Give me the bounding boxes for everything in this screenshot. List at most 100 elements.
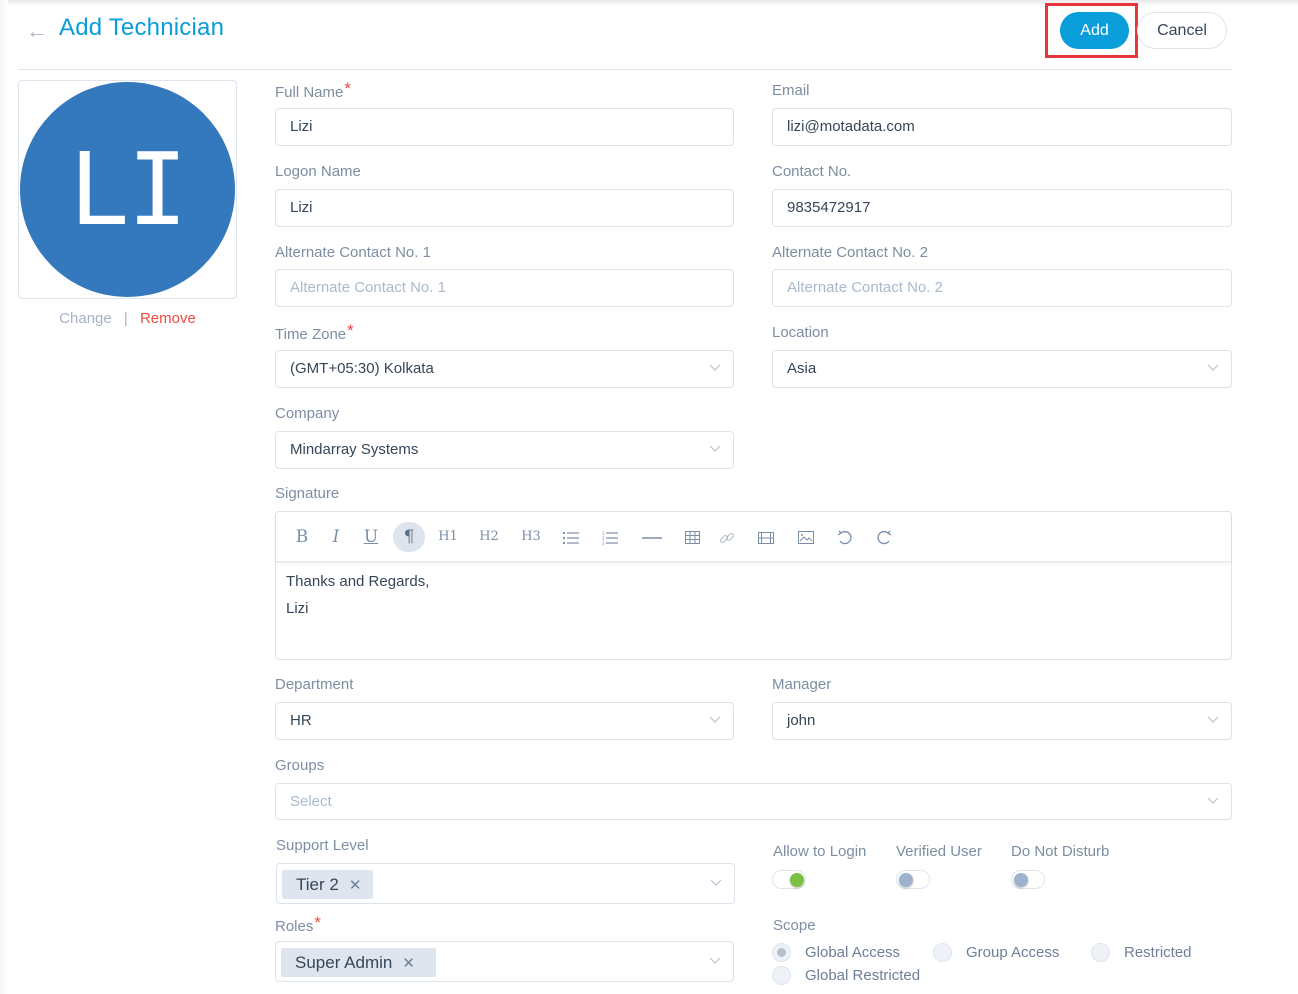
signature-text-area[interactable]: Thanks and Regards, Lizi xyxy=(286,568,429,622)
cancel-button[interactable]: Cancel xyxy=(1137,12,1227,49)
company-select[interactable]: Mindarray Systems xyxy=(275,431,734,469)
contact-no-input[interactable]: 9835472917 xyxy=(772,189,1232,227)
chevron-down-icon xyxy=(710,879,722,889)
department-label: Department xyxy=(275,676,354,693)
avatar-actions: Change | Remove xyxy=(18,310,237,327)
groups-label: Groups xyxy=(275,757,325,774)
email-input[interactable]: lizi@motadata.com xyxy=(772,108,1232,146)
redo-icon[interactable] xyxy=(868,522,900,552)
signature-line: Thanks and Regards, xyxy=(286,573,430,590)
location-select[interactable]: Asia xyxy=(772,350,1232,388)
support-level-label: Support Level xyxy=(276,837,369,854)
chevron-down-icon xyxy=(1207,364,1219,374)
support-level-tag: Tier 2 ✕ xyxy=(282,870,373,899)
do-not-disturb-label: Do Not Disturb xyxy=(1011,843,1110,860)
avatar: LI xyxy=(20,82,235,297)
alt-contact-1-label: Alternate Contact No. 1 xyxy=(275,244,431,261)
roles-label: Roles* xyxy=(275,913,321,936)
department-select[interactable]: HR xyxy=(275,702,734,740)
full-name-label-text: Full Name xyxy=(275,84,344,101)
radio-label: Group Access xyxy=(966,944,1060,961)
verified-user-toggle[interactable] xyxy=(896,870,930,889)
scope-radio-global-access[interactable]: Global Access xyxy=(772,943,922,963)
radio-circle xyxy=(772,966,791,985)
email-label: Email xyxy=(772,82,810,99)
numbered-list-icon[interactable]: 123 xyxy=(594,522,626,552)
horizontal-rule-icon[interactable] xyxy=(636,522,668,552)
separator: | xyxy=(123,310,128,327)
link-icon[interactable] xyxy=(711,522,743,552)
radio-circle xyxy=(1091,943,1110,962)
manager-label: Manager xyxy=(772,676,832,693)
chevron-down-icon xyxy=(709,716,721,726)
allow-login-label: Allow to Login xyxy=(773,843,867,860)
svg-text:3: 3 xyxy=(602,541,605,545)
paragraph-icon[interactable]: ¶ xyxy=(393,522,425,552)
left-shadow xyxy=(0,0,8,994)
close-icon[interactable]: ✕ xyxy=(349,877,362,894)
do-not-disturb-toggle[interactable] xyxy=(1011,870,1045,889)
heading-3-icon[interactable]: H3 xyxy=(515,522,547,552)
heading-2-icon[interactable]: H2 xyxy=(473,522,505,552)
support-level-select[interactable]: Tier 2 ✕ xyxy=(276,863,735,904)
alt-contact-2-label: Alternate Contact No. 2 xyxy=(772,244,928,261)
header-divider xyxy=(18,69,1232,70)
groups-placeholder: Select xyxy=(290,793,332,810)
page-title: Add Technician xyxy=(59,14,225,41)
radio-circle xyxy=(772,943,791,962)
roles-select[interactable]: Super Admin ✕ xyxy=(275,941,734,982)
italic-icon[interactable]: I xyxy=(320,522,352,552)
signature-editor: B I U ¶ H1 H2 H3 123 Thanks and Regards,… xyxy=(275,511,1232,660)
undo-icon[interactable] xyxy=(829,522,861,552)
editor-toolbar: B I U ¶ H1 H2 H3 123 xyxy=(276,512,1231,562)
video-icon[interactable] xyxy=(750,522,782,552)
bold-icon[interactable]: B xyxy=(286,522,318,552)
close-icon[interactable]: ✕ xyxy=(402,955,415,972)
required-marker: * xyxy=(344,79,351,98)
heading-1-icon[interactable]: H1 xyxy=(432,522,464,552)
radio-circle xyxy=(933,943,952,962)
chevron-down-icon xyxy=(1207,797,1219,807)
add-button[interactable]: Add xyxy=(1060,12,1129,49)
underline-icon[interactable]: U xyxy=(355,522,387,552)
logon-name-input[interactable]: Lizi xyxy=(275,189,734,227)
scope-radio-group-access[interactable]: Group Access xyxy=(933,943,1083,963)
required-marker: * xyxy=(347,321,354,340)
required-marker: * xyxy=(314,913,321,932)
time-zone-select[interactable]: (GMT+05:30) Kolkata xyxy=(275,350,734,388)
avatar-frame: LI xyxy=(18,80,237,299)
scope-label: Scope xyxy=(773,917,816,934)
time-zone-label: Time Zone* xyxy=(275,321,354,344)
alt-contact-1-input[interactable]: Alternate Contact No. 1 xyxy=(275,269,734,307)
toggle-knob xyxy=(899,873,913,887)
contact-no-label: Contact No. xyxy=(772,163,852,180)
alt-contact-2-input[interactable]: Alternate Contact No. 2 xyxy=(772,269,1232,307)
signature-line: Lizi xyxy=(286,600,309,617)
signature-label: Signature xyxy=(275,485,340,502)
company-value: Mindarray Systems xyxy=(290,441,419,458)
department-value: HR xyxy=(290,712,312,729)
image-icon[interactable] xyxy=(790,522,822,552)
chevron-down-icon xyxy=(709,364,721,374)
manager-select[interactable]: john xyxy=(772,702,1232,740)
scope-radio-global-restricted[interactable]: Global Restricted xyxy=(772,966,952,986)
chevron-down-icon xyxy=(1207,716,1219,726)
bullet-list-icon[interactable] xyxy=(555,522,587,552)
change-avatar-link[interactable]: Change xyxy=(59,310,112,327)
remove-avatar-link[interactable]: Remove xyxy=(140,310,196,327)
tag-label: Tier 2 xyxy=(296,875,339,894)
location-value: Asia xyxy=(787,360,817,377)
toggle-knob xyxy=(790,873,804,887)
scope-radio-restricted[interactable]: Restricted xyxy=(1091,943,1221,963)
table-icon[interactable] xyxy=(676,522,708,552)
full-name-label: Full Name* xyxy=(275,79,351,102)
roles-label-text: Roles xyxy=(275,918,314,935)
time-zone-label-text: Time Zone xyxy=(275,326,347,343)
company-label: Company xyxy=(275,405,340,422)
allow-login-toggle[interactable] xyxy=(772,870,806,889)
radio-label: Global Restricted xyxy=(805,967,921,984)
arrow-left-icon[interactable]: ← xyxy=(26,18,50,44)
full-name-input[interactable]: Lizi xyxy=(275,108,734,146)
location-label: Location xyxy=(772,324,829,341)
groups-select[interactable]: Select xyxy=(275,783,1232,820)
